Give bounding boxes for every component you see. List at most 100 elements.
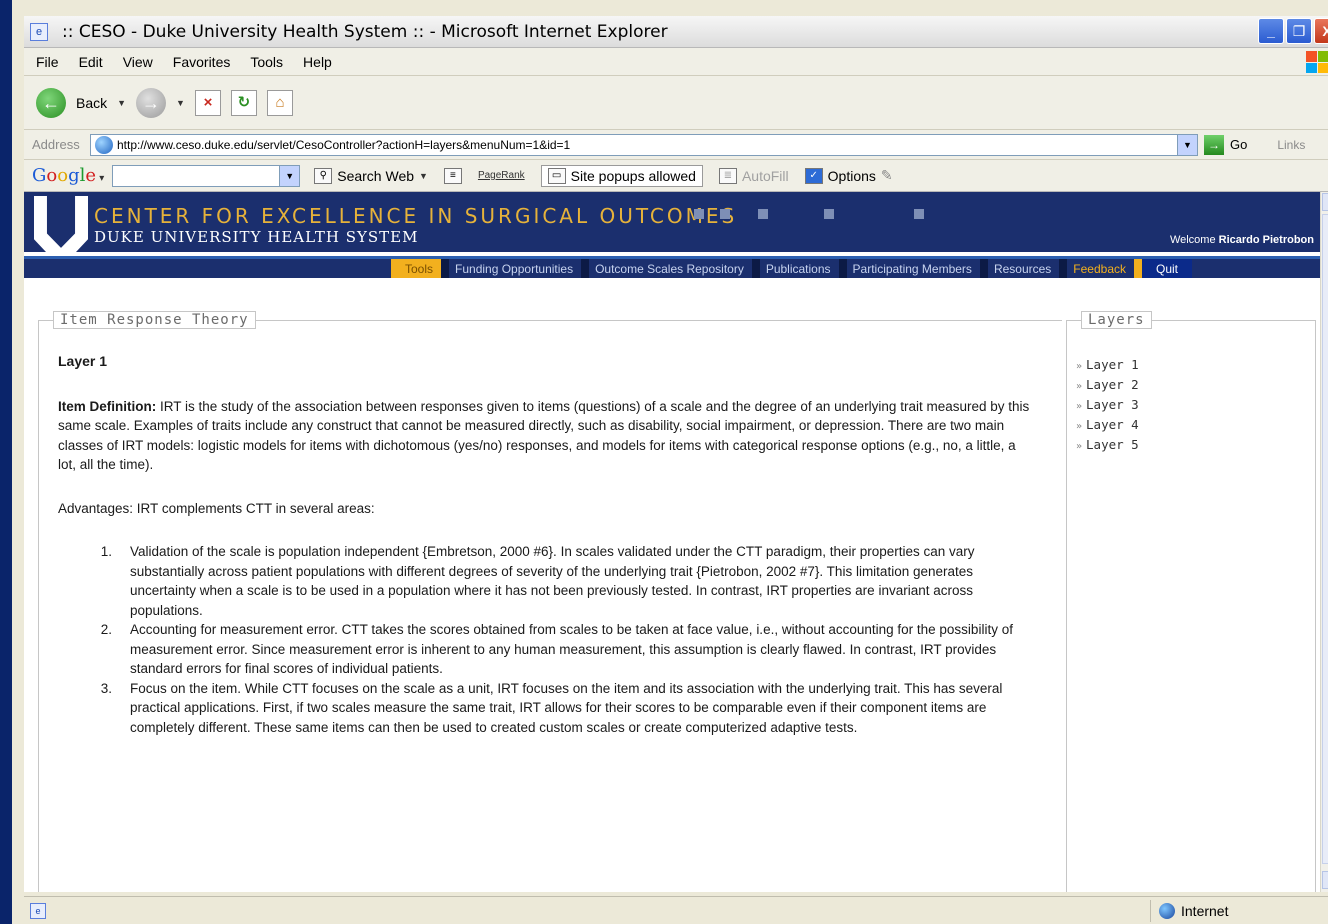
google-search-input[interactable] [112,164,281,187]
layer-link-3[interactable]: » Layer 3 [1076,396,1139,416]
nav-funding-opportunities[interactable]: Funding Opportunities [441,259,581,278]
bullet-icon: » [1076,401,1083,412]
layer-link-2[interactable]: » Layer 2 [1076,376,1139,396]
page-status-icon: e [30,903,46,919]
layer-link-1[interactable]: » Layer 1 [1076,356,1139,376]
forward-arrow-icon[interactable]: → [136,87,167,118]
autofill-label: AutoFill [741,167,789,184]
layer-link-4[interactable]: » Layer 4 [1076,416,1139,436]
standard-toolbar: ← Back ▼ → ▼ × ↻ ⌂ [24,76,1328,130]
paperclip-icon[interactable]: ✎ [881,167,893,184]
nav-quit[interactable]: Quit [1134,259,1193,278]
stop-icon[interactable]: × [194,89,221,116]
refresh-icon[interactable]: ↻ [230,89,257,116]
banner-square-decoration [758,209,768,219]
news-button[interactable]: ≡ [443,167,462,184]
menu-edit[interactable]: Edit [79,54,103,70]
address-label: Address [32,137,80,152]
bullet-icon: » [1076,381,1083,392]
site-banner: CENTER FOR EXCELLENCE IN SURGICAL OUTCOM… [24,192,1320,268]
list-item: 2. Accounting for measurement error. CTT … [78,620,1033,679]
go-button[interactable]: Go [1230,137,1247,152]
main-panel-legend: Item Response Theory [53,311,256,329]
address-dropdown-icon[interactable]: ▼ [1177,134,1197,155]
layer-link-label[interactable]: Layer 1 [1086,357,1139,372]
banner-square-decoration [694,209,704,219]
menu-help[interactable]: Help [303,54,332,70]
layer-heading: Layer 1 [58,353,108,369]
options-icon: ✓ [804,167,823,184]
back-arrow-icon[interactable]: ← [36,87,66,118]
menu-file[interactable]: File [36,54,59,70]
list-item-text: Focus on the item. While CTT focuses on … [130,680,1003,735]
definition-text: IRT is the study of the association betw… [58,398,1030,473]
site-title: CENTER FOR EXCELLENCE IN SURGICAL OUTCOM… [94,204,738,228]
maximize-button[interactable]: ❐ [1286,18,1312,44]
autofill-button[interactable]: ≣ AutoFill [718,167,789,184]
forward-dropdown-icon[interactable]: ▼ [176,98,185,108]
layer-link-label[interactable]: Layer 2 [1086,377,1139,392]
list-item-text: Accounting for measurement error. CTT ta… [130,622,1013,676]
site-nav: Tools Funding Opportunities Outcome Scal… [24,256,1320,278]
layers-panel-legend: Layers [1081,311,1152,329]
layer-link-5[interactable]: » Layer 5 [1076,436,1139,456]
scrollbar-thumb[interactable] [1322,214,1328,864]
google-logo[interactable]: Google ▾ [32,165,104,186]
welcome-prefix: Welcome [1169,234,1216,246]
address-url[interactable]: http://www.ceso.duke.edu/servlet/CesoCon… [117,138,570,152]
links-label[interactable]: Links [1277,138,1305,152]
layer-link-label[interactable]: Layer 4 [1086,417,1139,432]
pagerank-indicator[interactable]: PageRank [478,170,525,181]
vertical-scrollbar[interactable]: ▲ ▼ [1320,192,1328,892]
scroll-down-icon[interactable]: ▼ [1322,871,1328,889]
page-icon [95,135,113,154]
back-button-label[interactable]: Back [76,95,107,111]
menu-favorites[interactable]: Favorites [173,54,231,70]
nav-feedback[interactable]: Feedback [1059,259,1134,278]
page-viewport: CENTER FOR EXCELLENCE IN SURGICAL OUTCOM… [24,192,1320,892]
search-dropdown-icon[interactable]: ▼ [419,171,428,181]
search-web-label: Search Web [337,167,415,184]
list-item-number: 1. [100,544,112,559]
go-arrow-icon[interactable]: → [1204,134,1224,155]
home-icon[interactable]: ⌂ [266,89,293,116]
nav-participating-members[interactable]: Participating Members [838,259,980,278]
list-item-number: 2. [100,622,112,637]
bullet-icon: » [1076,421,1083,432]
windows-logo-icon [1306,51,1328,73]
layer-link-label[interactable]: Layer 3 [1086,397,1139,412]
banner-square-decoration [824,209,834,219]
nav-outcome-scales-repository[interactable]: Outcome Scales Repository [581,259,752,278]
nav-resources[interactable]: Resources [979,259,1059,278]
minimize-button[interactable]: _ [1258,18,1284,44]
article-content: Layer 1 Item Definition: IRT is the stud… [58,352,1033,737]
list-item: 1. Validation of the scale is population … [78,542,1033,620]
google-search-dropdown-icon[interactable]: ▼ [280,164,301,187]
nav-tools[interactable]: Tools [391,259,442,278]
list-item-text: Validation of the scale is population in… [130,544,975,618]
popup-icon: ▭ [547,167,566,184]
popup-blocker-button[interactable]: ▭ Site popups allowed [540,164,703,187]
close-button[interactable]: X [1314,18,1328,44]
news-icon: ≡ [443,167,462,184]
back-dropdown-icon[interactable]: ▼ [117,98,126,108]
menu-view[interactable]: View [123,54,153,70]
nav-publications[interactable]: Publications [751,259,839,278]
menu-tools[interactable]: Tools [250,54,283,70]
bullet-icon: » [1076,361,1083,372]
item-definition: Item Definition: IRT is the study of the… [58,397,1033,475]
definition-label: Item Definition: [58,398,157,414]
bullet-icon: » [1076,441,1083,452]
list-item: 3. Focus on the item. While CTT focuses o… [78,679,1033,738]
search-web-button[interactable]: ⚲ Search Web ▼ [314,167,428,184]
zone-label: Internet [1181,903,1229,919]
scroll-up-icon[interactable]: ▲ [1322,193,1328,211]
advantages-list: 1. Validation of the scale is population … [78,542,1033,737]
options-button[interactable]: ✓ Options ✎ [804,167,893,184]
address-input[interactable]: http://www.ceso.duke.edu/servlet/CesoCon… [90,133,1198,156]
security-zone[interactable]: Internet [1150,900,1228,922]
autofill-icon: ≣ [718,167,737,184]
menu-bar: File Edit View Favorites Tools Help [24,48,1328,76]
layer-link-label[interactable]: Layer 5 [1086,437,1139,452]
ie-icon: e [30,22,48,41]
